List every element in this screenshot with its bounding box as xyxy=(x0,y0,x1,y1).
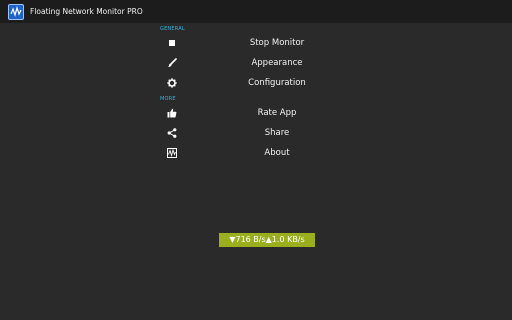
thumbs-up-icon xyxy=(167,108,177,118)
network-speed-badge[interactable]: ▼716 B/s▲1.0 KB/s xyxy=(219,233,315,247)
menu-item-rate-app[interactable]: Rate App xyxy=(157,103,357,123)
gear-icon xyxy=(167,78,177,88)
stop-icon xyxy=(167,38,177,48)
menu-item-about[interactable]: About xyxy=(157,143,357,163)
menu-item-label: Share xyxy=(264,128,290,138)
about-app-icon xyxy=(167,148,177,158)
download-speed: ▼716 B/s xyxy=(229,235,266,244)
menu-item-appearance[interactable]: Appearance xyxy=(157,53,357,73)
app-title: Floating Network Monitor PRO xyxy=(30,7,143,16)
menu-item-label: Stop Monitor xyxy=(249,38,305,48)
menu-item-label: Configuration xyxy=(248,78,306,88)
share-icon xyxy=(167,128,177,138)
app-logo-icon xyxy=(8,3,24,20)
upload-speed: ▲1.0 KB/s xyxy=(265,235,305,244)
menu-item-share[interactable]: Share xyxy=(157,123,357,143)
brush-icon xyxy=(167,58,177,68)
section-header-more: MORE xyxy=(160,96,176,102)
settings-menu: GENERAL Stop Monitor Appearance Configur… xyxy=(157,25,357,163)
menu-item-label: About xyxy=(264,148,290,158)
menu-item-stop-monitor[interactable]: Stop Monitor xyxy=(157,33,357,53)
menu-item-configuration[interactable]: Configuration xyxy=(157,73,357,93)
section-header-general: GENERAL xyxy=(160,26,185,32)
menu-item-label: Appearance xyxy=(251,58,303,68)
menu-item-label: Rate App xyxy=(257,108,297,118)
action-bar: Floating Network Monitor PRO xyxy=(0,0,512,23)
